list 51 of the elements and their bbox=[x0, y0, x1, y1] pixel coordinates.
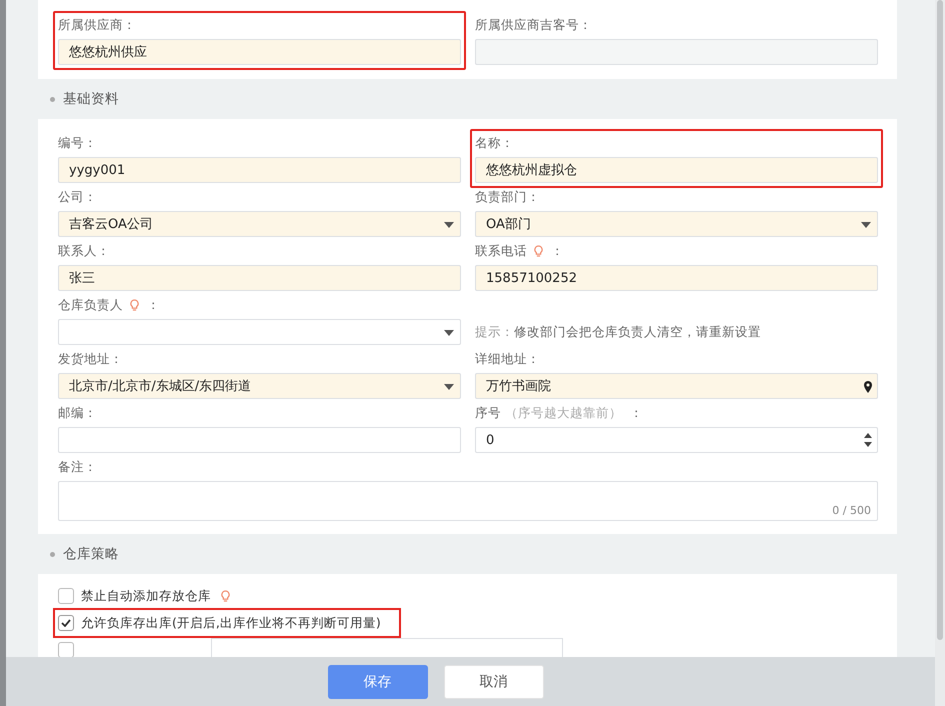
caret-icon bbox=[444, 330, 454, 336]
section-title: 仓库策略 bbox=[63, 545, 119, 563]
select-field[interactable]: 吉客云OA公司 bbox=[58, 211, 461, 237]
spinner-icon[interactable] bbox=[863, 432, 873, 448]
number-field[interactable]: 0 bbox=[475, 427, 878, 453]
character-counter: 0 / 500 bbox=[832, 504, 871, 517]
field-label: 联系人： bbox=[58, 242, 110, 260]
checkbox[interactable] bbox=[58, 615, 74, 631]
field-label: 联系电话 bbox=[475, 242, 527, 260]
input-field[interactable]: 15857100252 bbox=[475, 265, 878, 291]
section-title: 基础资料 bbox=[63, 90, 119, 108]
colon-text: ： bbox=[630, 404, 643, 422]
field-label: 详细地址： bbox=[475, 350, 540, 368]
field-label: 编号： bbox=[58, 134, 97, 152]
field-label: 邮编： bbox=[58, 404, 97, 422]
caret-icon bbox=[444, 222, 454, 228]
field-label: 公司： bbox=[58, 188, 97, 206]
colon-text: ： bbox=[551, 242, 564, 260]
bullet-icon bbox=[50, 552, 55, 556]
select-field[interactable]: OA部门 bbox=[475, 211, 878, 237]
location-pin-icon bbox=[864, 381, 872, 393]
field-label: 所属供应商： bbox=[58, 16, 136, 34]
colon-text: ： bbox=[147, 296, 160, 314]
field-label: 序号 bbox=[475, 404, 501, 422]
checkbox-label: 禁止自动添加存放仓库 bbox=[81, 588, 211, 604]
input-field[interactable]: 悠悠杭州供应 bbox=[58, 39, 461, 65]
input-field[interactable]: yygy001 bbox=[58, 157, 461, 183]
checkbox[interactable] bbox=[58, 588, 74, 604]
select-field[interactable] bbox=[58, 319, 461, 345]
select-field[interactable]: 北京市/北京市/东城区/东四街道 bbox=[58, 373, 461, 399]
field-note: （序号越大越靠前） bbox=[505, 404, 622, 422]
field-label: 发货地址： bbox=[58, 350, 123, 368]
hint-text: 提示：修改部门会把仓库负责人清空，请重新设置 bbox=[475, 324, 761, 341]
caret-icon bbox=[444, 384, 454, 390]
input-field[interactable] bbox=[58, 427, 461, 453]
field-label: 仓库负责人 bbox=[58, 296, 123, 314]
checkbox[interactable] bbox=[58, 642, 74, 657]
input-field[interactable]: 万竹书画院 bbox=[475, 373, 878, 399]
field-label: 备注： bbox=[58, 458, 97, 476]
field-label: 所属供应商吉客号： bbox=[475, 16, 592, 34]
field-label: 负责部门： bbox=[475, 188, 540, 206]
input-field[interactable]: 悠悠杭州虚拟仓 bbox=[475, 157, 878, 183]
cancel-button[interactable]: 取消 bbox=[444, 664, 544, 698]
text-area[interactable]: 0 / 500 bbox=[58, 481, 878, 521]
bullet-icon bbox=[50, 96, 55, 102]
input-field[interactable]: 张三 bbox=[58, 265, 461, 291]
field-label: 名称： bbox=[475, 134, 514, 152]
caret-icon bbox=[861, 222, 871, 228]
scrollbar[interactable] bbox=[935, 0, 945, 706]
checkbox-label: 允许负库存出库(开启后,出库作业将不再判断可用量) bbox=[81, 614, 381, 632]
check-icon bbox=[61, 619, 71, 627]
